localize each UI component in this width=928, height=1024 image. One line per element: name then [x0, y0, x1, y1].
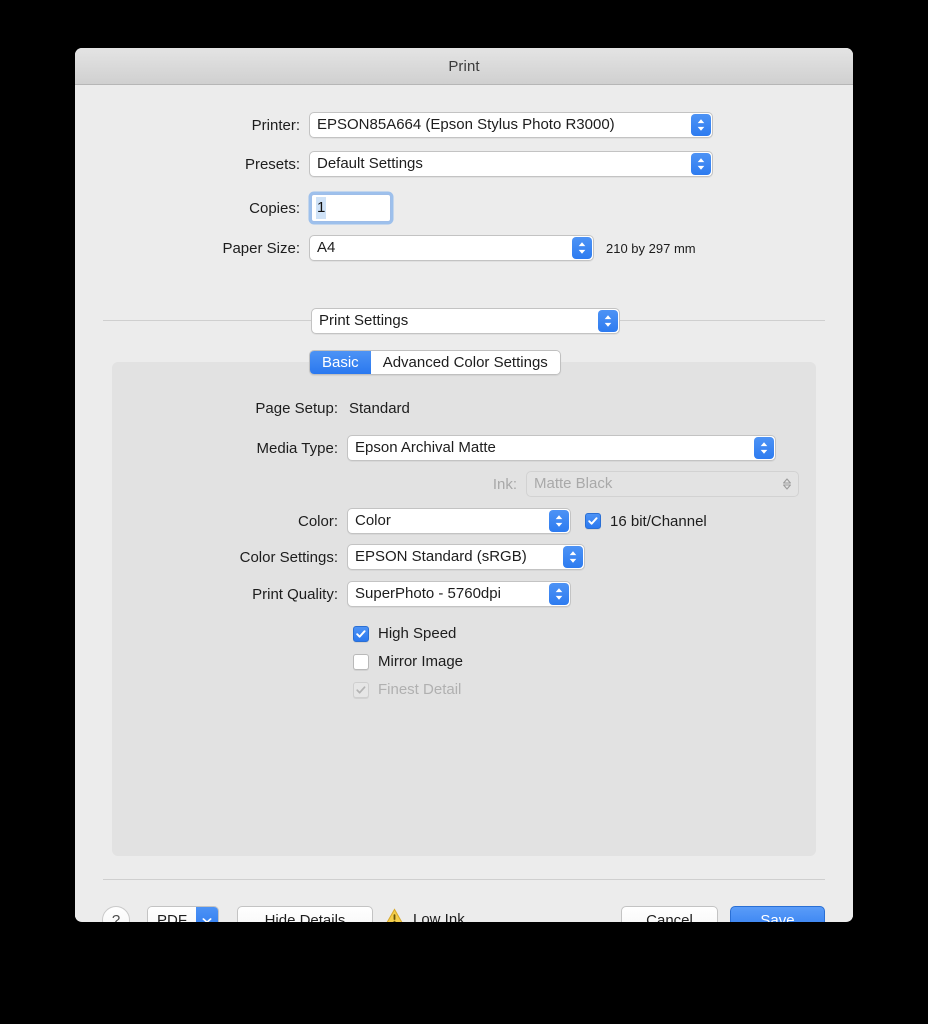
mirror-image-checkbox[interactable] — [353, 653, 369, 670]
print-pane-stepper-icon[interactable] — [598, 310, 618, 332]
high-speed-label: High Speed — [378, 625, 457, 642]
tab-basic[interactable]: Basic — [310, 351, 371, 374]
media-type-select-value: Epson Archival Matte — [355, 439, 496, 456]
pdf-button[interactable]: PDF — [147, 906, 219, 922]
printer-select-value: EPSON85A664 (Epson Stylus Photo R3000) — [317, 116, 615, 133]
printer-row: Printer: EPSON85A664 (Epson Stylus Photo… — [75, 112, 715, 138]
tab-advanced-color-settings[interactable]: Advanced Color Settings — [370, 351, 560, 374]
print-quality-row: Print Quality: SuperPhoto - 5760dpi — [75, 581, 815, 607]
dialog-body: Printer: EPSON85A664 (Epson Stylus Photo… — [75, 85, 853, 922]
print-quality-select-value: SuperPhoto - 5760dpi — [355, 585, 501, 602]
question-mark-icon: ? — [111, 911, 121, 923]
color-select-value: Color — [355, 512, 391, 529]
warning-triangle-icon — [385, 908, 404, 922]
page-setup-value: Standard — [349, 400, 410, 417]
page-setup-row: Page Setup: Standard — [75, 400, 675, 417]
low-ink-text: Low Ink — [413, 911, 465, 922]
sixteen-bit-label: 16 bit/Channel — [610, 512, 707, 530]
color-settings-select[interactable]: EPSON Standard (sRGB) — [347, 544, 585, 570]
presets-stepper-icon[interactable] — [691, 153, 711, 175]
checkbox-row-finest-detail: Finest Detail — [353, 681, 461, 698]
save-button[interactable]: Save — [730, 906, 825, 922]
media-type-select[interactable]: Epson Archival Matte — [347, 435, 776, 461]
ink-label: Ink: — [492, 475, 517, 493]
print-quality-stepper-icon[interactable] — [549, 583, 569, 605]
window-title: Print — [448, 57, 480, 75]
color-settings-label: Color Settings: — [239, 548, 338, 566]
copies-label: Copies: — [249, 199, 300, 217]
save-label: Save — [760, 911, 795, 923]
sixteen-bit-checkbox[interactable] — [585, 513, 601, 529]
paper-size-stepper-icon[interactable] — [572, 237, 592, 259]
high-speed-checkbox[interactable] — [353, 625, 369, 642]
media-type-label: Media Type: — [256, 439, 338, 457]
finest-detail-label: Finest Detail — [378, 681, 462, 698]
separator-left — [103, 320, 311, 321]
mirror-image-label: Mirror Image — [378, 653, 464, 670]
print-pane-select[interactable]: Print Settings — [311, 308, 620, 334]
color-settings-stepper-icon[interactable] — [563, 546, 583, 568]
paper-size-select-value: A4 — [317, 239, 336, 256]
print-pane-select-value: Print Settings — [319, 312, 409, 329]
color-settings-select-value: EPSON Standard (sRGB) — [355, 548, 527, 565]
footer-separator — [103, 879, 825, 880]
printer-label: Printer: — [251, 116, 300, 134]
checkbox-row-mirror-image[interactable]: Mirror Image — [353, 653, 463, 670]
ink-select-value: Matte Black — [534, 475, 613, 492]
printer-stepper-icon[interactable] — [691, 114, 711, 136]
page-setup-label: Page Setup: — [255, 400, 338, 417]
print-quality-label: Print Quality: — [252, 585, 338, 603]
copies-row: Copies: 1 — [75, 194, 715, 222]
pdf-button-label: PDF — [148, 907, 196, 922]
paper-size-dimensions: 210 by 297 mm — [606, 240, 696, 256]
help-button[interactable]: ? — [102, 906, 130, 922]
cancel-label: Cancel — [646, 911, 693, 923]
color-select[interactable]: Color — [347, 508, 571, 534]
presets-row: Presets: Default Settings — [75, 151, 715, 177]
ink-select: Matte Black — [526, 471, 799, 497]
chevron-down-icon[interactable] — [196, 907, 218, 922]
low-ink-status: Low Ink — [385, 908, 465, 922]
checkbox-row-high-speed[interactable]: High Speed — [353, 625, 456, 642]
sixteen-bit-checkbox-row[interactable]: 16 bit/Channel — [585, 513, 707, 530]
presets-select[interactable]: Default Settings — [309, 151, 713, 177]
window-titlebar: Print — [75, 48, 853, 85]
print-dialog-window: Print Printer: EPSON85A664 (Epson Stylus… — [75, 48, 853, 922]
paper-size-row: Paper Size: A4 210 by 297 mm — [75, 235, 775, 261]
presets-select-value: Default Settings — [317, 155, 423, 172]
print-quality-select[interactable]: SuperPhoto - 5760dpi — [347, 581, 571, 607]
cancel-button[interactable]: Cancel — [621, 906, 718, 922]
media-type-stepper-icon[interactable] — [754, 437, 774, 459]
ink-row: Ink: Matte Black — [75, 471, 815, 497]
hide-details-label: Hide Details — [264, 911, 346, 923]
paper-size-label: Paper Size: — [222, 239, 300, 257]
copies-input-value: 1 — [316, 197, 327, 219]
ink-stepper-icon — [777, 473, 797, 495]
screen: Print Printer: EPSON85A664 (Epson Stylus… — [0, 0, 928, 1024]
printer-select[interactable]: EPSON85A664 (Epson Stylus Photo R3000) — [309, 112, 713, 138]
settings-tabs: Basic Advanced Color Settings — [309, 350, 561, 375]
color-label: Color: — [297, 512, 338, 530]
color-stepper-icon[interactable] — [549, 510, 569, 532]
paper-size-select[interactable]: A4 — [309, 235, 594, 261]
hide-details-button[interactable]: Hide Details — [237, 906, 373, 922]
presets-label: Presets: — [244, 155, 300, 173]
color-settings-row: Color Settings: EPSON Standard (sRGB) — [75, 544, 815, 570]
separator-right — [620, 320, 825, 321]
color-row: Color: Color 16 bit/Channel — [75, 508, 815, 534]
copies-input[interactable]: 1 — [311, 194, 391, 222]
media-type-row: Media Type: Epson Archival Matte — [75, 435, 815, 461]
finest-detail-checkbox — [353, 681, 369, 698]
